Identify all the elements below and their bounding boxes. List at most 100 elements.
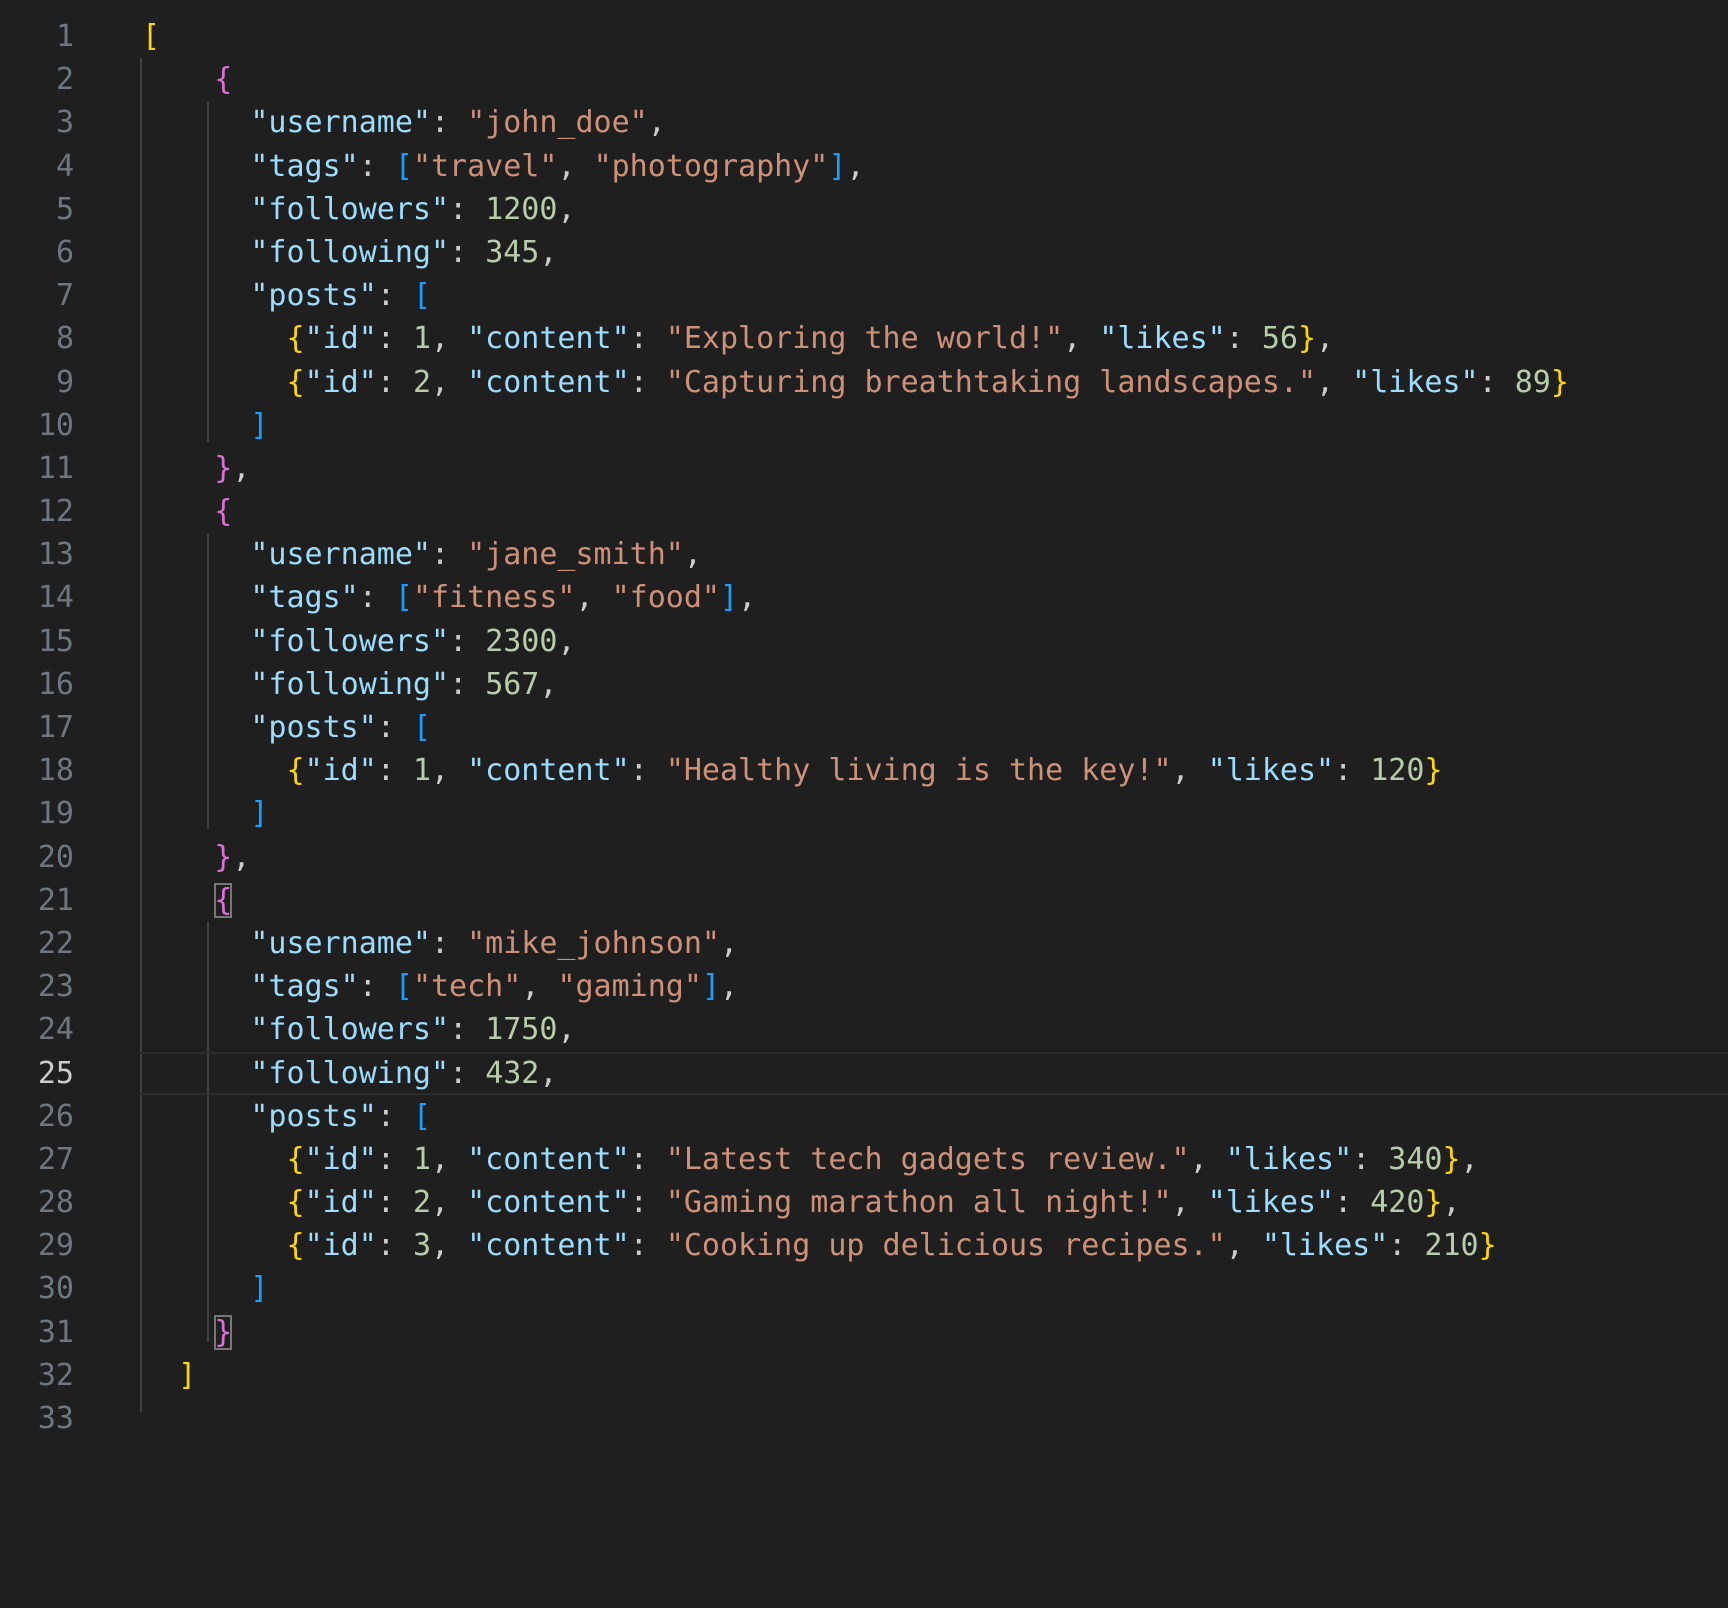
json-number: 2 (412, 1185, 431, 1221)
line-content[interactable]: "posts": [ (142, 1095, 431, 1138)
json-key: "username" (250, 105, 431, 141)
code-line[interactable]: 14 "tags": ["fitness", "food"], (0, 576, 1728, 619)
punctuation: , (575, 580, 612, 616)
code-line[interactable]: 7 "posts": [ (0, 274, 1728, 317)
code-line[interactable]: 17 "posts": [ (0, 706, 1728, 749)
code-line[interactable]: 2 { (0, 58, 1728, 101)
line-content[interactable]: "username": "jane_smith", (142, 533, 702, 576)
code-line[interactable]: 11 }, (0, 447, 1728, 490)
code-line[interactable]: 6 "following": 345, (0, 231, 1728, 274)
code-editor[interactable]: 1[2 {3 "username": "john_doe", 4 "tags": … (0, 0, 1728, 1608)
code-line[interactable]: 12 { (0, 490, 1728, 533)
code-line[interactable]: 10 ] (0, 404, 1728, 447)
line-content[interactable]: "posts": [ (142, 706, 431, 749)
bracket: { (286, 1228, 305, 1264)
line-number: 25 (37, 1055, 74, 1091)
line-number: 28 (37, 1185, 74, 1221)
code-line[interactable]: 8 {"id": 1, "content": "Exploring the wo… (0, 317, 1728, 360)
line-content[interactable]: {"id": 1, "content": "Healthy living is … (142, 749, 1443, 792)
line-content[interactable]: {"id": 1, "content": "Latest tech gadget… (142, 1138, 1479, 1181)
punctuation: : (449, 191, 486, 227)
punctuation: : (431, 537, 468, 573)
code-line[interactable]: 19 ] (0, 792, 1728, 835)
punctuation: , (557, 148, 594, 184)
punctuation: , (557, 1012, 576, 1048)
code-line[interactable]: 28 {"id": 2, "content": "Gaming marathon… (0, 1181, 1728, 1224)
code-line[interactable]: 18 {"id": 1, "content": "Healthy living … (0, 749, 1728, 792)
code-line[interactable]: 29 {"id": 3, "content": "Cooking up deli… (0, 1224, 1728, 1267)
line-content[interactable]: ] (142, 404, 268, 447)
code-line[interactable]: 21 { (0, 879, 1728, 922)
line-content[interactable]: "username": "mike_johnson", (142, 922, 738, 965)
line-content[interactable]: { (142, 58, 232, 101)
line-content[interactable]: "username": "john_doe", (142, 101, 665, 144)
line-content[interactable]: "tags": ["tech", "gaming"], (142, 965, 738, 1008)
code-line[interactable]: 4 "tags": ["travel", "photography"], (0, 145, 1728, 188)
json-string: "Gaming marathon all night!" (665, 1185, 1172, 1221)
json-key: "followers" (250, 1012, 450, 1048)
line-content[interactable]: ] (142, 792, 268, 835)
code-line[interactable]: 32 ] (0, 1354, 1728, 1397)
line-content[interactable]: "followers": 1750, (142, 1008, 576, 1051)
line-content[interactable]: {"id": 2, "content": "Gaming marathon al… (142, 1181, 1461, 1224)
line-content[interactable]: { (142, 490, 232, 533)
json-number: 2 (412, 364, 431, 400)
code-line[interactable]: 1[ (0, 15, 1728, 58)
line-content[interactable]: ] (142, 1267, 268, 1310)
code-line[interactable]: 13 "username": "jane_smith", (0, 533, 1728, 576)
line-content[interactable]: { (142, 879, 233, 922)
line-content[interactable]: "posts": [ (142, 274, 431, 317)
code-line[interactable]: 5 "followers": 1200, (0, 188, 1728, 231)
code-line[interactable]: 33 (0, 1397, 1728, 1440)
code-lines[interactable]: 1[2 {3 "username": "john_doe", 4 "tags": … (0, 15, 1728, 1440)
code-line[interactable]: 3 "username": "john_doe", (0, 101, 1728, 144)
bracket: } (1550, 364, 1569, 400)
line-content[interactable]: "followers": 2300, (142, 620, 575, 663)
code-line[interactable]: 23 "tags": ["tech", "gaming"], (0, 965, 1728, 1008)
json-string: "gaming" (557, 969, 702, 1005)
punctuation: : (1334, 753, 1371, 789)
code-line[interactable]: 26 "posts": [ (0, 1095, 1728, 1138)
line-content[interactable]: "tags": ["fitness", "food"], (142, 576, 756, 619)
line-content[interactable]: {"id": 3, "content": "Cooking up delicio… (142, 1224, 1497, 1267)
json-string: "Cooking up delicious recipes." (665, 1228, 1226, 1264)
line-content[interactable]: }, (142, 836, 250, 879)
line-content[interactable]: "following": 345, (142, 231, 557, 274)
bracket: [ (394, 969, 413, 1005)
punctuation: : (629, 321, 666, 357)
json-number: 420 (1370, 1185, 1425, 1221)
line-content[interactable]: "following": 432, (142, 1052, 557, 1095)
code-line[interactable]: 30 ] (0, 1267, 1728, 1310)
punctuation: , (738, 580, 757, 616)
code-line[interactable]: 22 "username": "mike_johnson", (0, 922, 1728, 965)
code-line[interactable]: 27 {"id": 1, "content": "Latest tech gad… (0, 1138, 1728, 1181)
punctuation: : (431, 925, 468, 961)
code-line[interactable]: 24 "followers": 1750, (0, 1008, 1728, 1051)
code-line[interactable]: 9 {"id": 2, "content": "Capturing breath… (0, 361, 1728, 404)
bracket: } (1478, 1228, 1497, 1264)
punctuation: , (539, 234, 558, 270)
line-content[interactable]: [ (142, 15, 160, 58)
json-number: 120 (1370, 753, 1425, 789)
code-line[interactable]: 20 }, (0, 836, 1728, 879)
line-content[interactable]: ] (142, 1354, 196, 1397)
line-number: 23 (37, 969, 74, 1005)
bracket: { (214, 62, 233, 98)
punctuation: : (1478, 364, 1515, 400)
line-content[interactable]: "tags": ["travel", "photography"], (142, 145, 864, 188)
json-string: "mike_johnson" (467, 925, 720, 961)
code-line[interactable]: 25 "following": 432, (0, 1051, 1728, 1095)
punctuation: : (376, 321, 413, 357)
line-content[interactable]: {"id": 1, "content": "Exploring the worl… (142, 317, 1335, 360)
code-line[interactable]: 15 "followers": 2300, (0, 620, 1728, 663)
line-content[interactable]: }, (142, 447, 250, 490)
code-line[interactable]: 16 "following": 567, (0, 663, 1728, 706)
line-content[interactable]: "followers": 1200, (142, 188, 575, 231)
punctuation: , (431, 1141, 468, 1177)
line-content[interactable]: {"id": 2, "content": "Capturing breathta… (142, 361, 1569, 404)
code-line[interactable]: 31 } (0, 1311, 1728, 1354)
line-content[interactable]: "following": 567, (142, 663, 557, 706)
line-content[interactable]: } (142, 1311, 233, 1354)
